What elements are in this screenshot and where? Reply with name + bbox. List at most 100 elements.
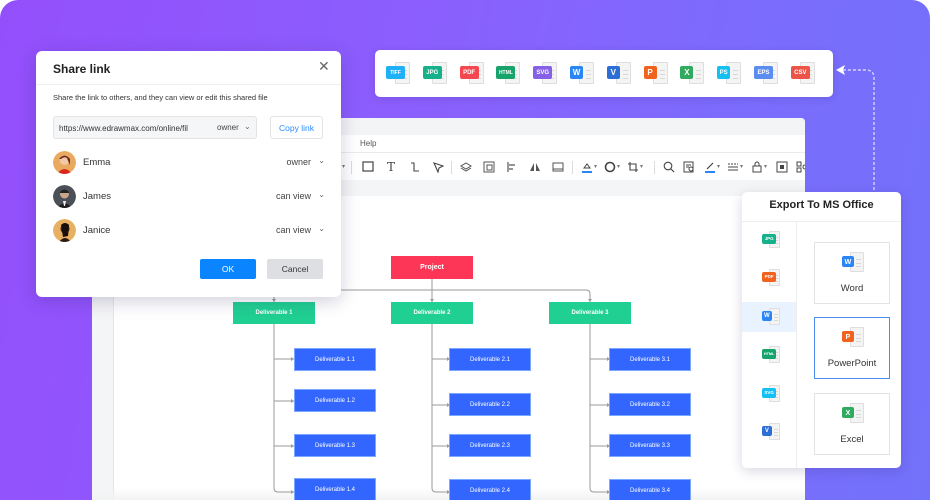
fit-icon[interactable] — [775, 161, 789, 173]
file-line — [856, 417, 861, 419]
chevron-down-icon[interactable]: ⌄ — [244, 122, 251, 131]
export-format-jpg[interactable]: JPG — [422, 62, 449, 86]
svg-file-icon: SVG — [533, 62, 558, 86]
caret-down-icon[interactable]: ▾ — [640, 163, 643, 170]
align-icon[interactable] — [505, 161, 519, 173]
node-deliverable-1-2[interactable]: Deliverable 1.2 — [294, 389, 376, 412]
search-icon[interactable] — [662, 161, 676, 173]
node-deliverable-1-1[interactable]: Deliverable 1.1 — [294, 348, 376, 371]
file-badge: EPS — [754, 66, 773, 79]
export-format-ps[interactable]: PS — [717, 62, 743, 86]
node-deliverable-1-4[interactable]: Deliverable 1.4 — [294, 478, 376, 500]
file-badge: V — [606, 66, 620, 79]
panel-title: Export To MS Office — [769, 199, 874, 211]
side-format-w[interactable]: W — [742, 302, 796, 332]
chevron-down-icon[interactable]: ⌄ — [318, 224, 325, 233]
pointer-icon[interactable] — [431, 161, 445, 174]
node-deliverable-2-1[interactable]: Deliverable 2.1 — [449, 348, 531, 371]
export-format-csv[interactable]: CSV — [790, 62, 817, 86]
export-option-powerpoint[interactable]: P PowerPoint — [814, 317, 890, 379]
node-deliverable-3[interactable]: Deliverable 3 — [549, 302, 631, 324]
line-color-icon[interactable] — [703, 161, 717, 173]
export-option-label: PowerPoint — [827, 358, 877, 369]
node-deliverable-2[interactable]: Deliverable 2 — [391, 302, 473, 324]
url-role-select[interactable]: owner — [217, 123, 239, 132]
side-format-pdf[interactable]: PDF — [742, 263, 796, 293]
caret-down-icon[interactable]: ▾ — [740, 163, 743, 170]
file-badge: W — [842, 255, 854, 268]
export-format-p[interactable]: P — [643, 62, 670, 86]
file-line — [622, 70, 628, 71]
node-project[interactable]: Project — [391, 256, 473, 279]
v-file-icon: V — [606, 62, 631, 86]
chevron-down-icon[interactable]: ⌄ — [318, 156, 325, 165]
caret-down-icon[interactable]: ▾ — [717, 163, 720, 170]
node-deliverable-1[interactable]: Deliverable 1 — [233, 302, 315, 324]
menu-help[interactable]: Help — [360, 139, 376, 148]
more-icon[interactable] — [795, 161, 805, 173]
flip-icon[interactable] — [528, 161, 542, 173]
shape-style-icon[interactable] — [603, 161, 617, 173]
copy-link-button[interactable]: Copy link — [270, 116, 323, 139]
export-format-w[interactable]: W — [570, 62, 596, 86]
node-deliverable-3-3[interactable]: Deliverable 3.3 — [609, 434, 691, 457]
export-format-eps[interactable]: EPS — [754, 62, 780, 86]
node-deliverable-2-3[interactable]: Deliverable 2.3 — [449, 434, 531, 457]
p-file-icon: P — [643, 62, 668, 86]
node-deliverable-1-3[interactable]: Deliverable 1.3 — [294, 434, 376, 457]
lock-icon[interactable] — [750, 161, 764, 173]
file-line — [696, 70, 702, 71]
find-replace-icon[interactable] — [682, 161, 696, 173]
export-format-svg[interactable]: SVG — [533, 62, 559, 86]
export-format-tiff[interactable]: TIFF — [386, 62, 412, 86]
node-deliverable-3-2[interactable]: Deliverable 3.2 — [609, 393, 691, 416]
file-line — [856, 413, 861, 415]
export-option-excel[interactable]: X Excel — [814, 393, 890, 455]
connector-icon[interactable] — [408, 161, 422, 173]
caret-down-icon[interactable]: ▾ — [764, 163, 767, 170]
node-deliverable-3-1[interactable]: Deliverable 3.1 — [609, 348, 691, 371]
export-option-label: Excel — [840, 434, 864, 445]
member-role-select[interactable]: can view — [276, 225, 311, 235]
file-line — [733, 70, 739, 71]
file-line — [622, 74, 628, 75]
side-format-v[interactable]: V — [742, 417, 796, 447]
frame-icon[interactable] — [551, 161, 565, 173]
file-badge: TIFF — [386, 66, 405, 79]
export-format-x[interactable]: X — [680, 62, 706, 86]
caret-down-icon[interactable]: ▾ — [594, 163, 597, 170]
layers-icon[interactable] — [459, 161, 473, 173]
caret-down-icon[interactable]: ▾ — [617, 163, 620, 170]
fill-icon[interactable] — [580, 161, 594, 173]
ok-button[interactable]: OK — [200, 259, 256, 279]
rectangle-icon[interactable] — [361, 161, 375, 173]
file-line — [659, 70, 665, 71]
member-row: Emma owner ⌄ — [53, 151, 325, 175]
group-icon[interactable] — [482, 161, 496, 173]
export-format-html[interactable]: HTML — [496, 62, 522, 86]
close-icon[interactable]: ✕ — [318, 59, 330, 73]
file-line — [856, 262, 861, 264]
node-deliverable-2-2[interactable]: Deliverable 2.2 — [449, 393, 531, 416]
chevron-down-icon[interactable]: ⌄ — [318, 190, 325, 199]
jpg-file-icon: JPG — [762, 231, 780, 249]
caret-down-icon[interactable]: ▾ — [342, 163, 345, 170]
node-deliverable-2-4[interactable]: Deliverable 2.4 — [449, 479, 531, 500]
line-style-icon[interactable] — [726, 161, 740, 173]
side-format-svg[interactable]: SVG — [742, 379, 796, 409]
text-icon[interactable]: T — [384, 161, 398, 173]
member-role-select[interactable]: can view — [276, 191, 311, 201]
member-role-select[interactable]: owner — [286, 157, 311, 167]
cancel-button[interactable]: Cancel — [267, 259, 323, 279]
export-format-pdf[interactable]: PDF — [459, 62, 486, 86]
side-format-html[interactable]: HTML — [742, 340, 796, 370]
file-badge: V — [762, 426, 772, 436]
share-url-input[interactable] — [59, 122, 204, 134]
file-line — [774, 432, 778, 433]
export-option-word[interactable]: W Word — [814, 242, 890, 304]
export-format-v[interactable]: V — [606, 62, 633, 86]
crop-icon[interactable] — [626, 161, 640, 173]
member-name: Janice — [83, 225, 111, 236]
node-deliverable-3-4[interactable]: Deliverable 3.4 — [609, 479, 691, 500]
side-format-jpg[interactable]: JPG — [742, 225, 796, 255]
